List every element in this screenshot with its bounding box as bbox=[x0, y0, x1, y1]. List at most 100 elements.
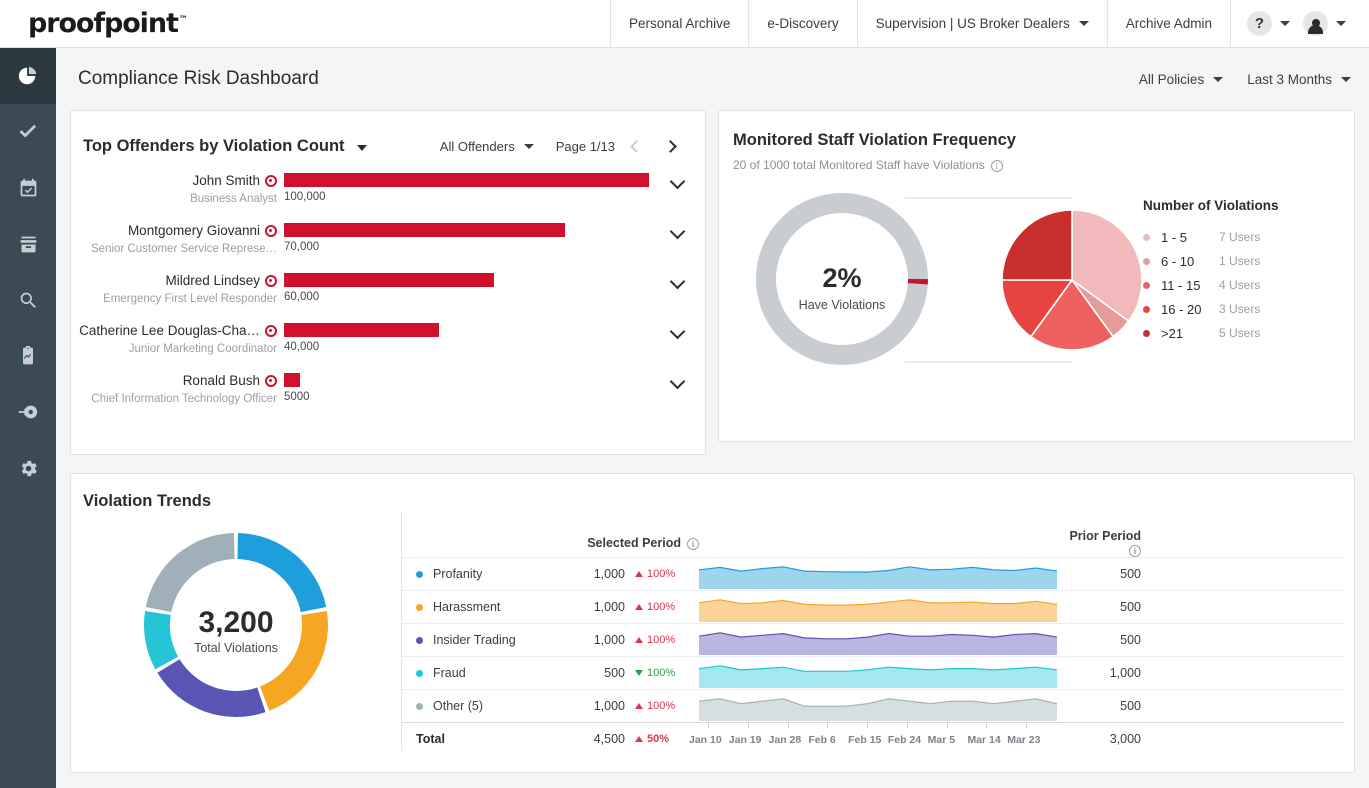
axis-tick bbox=[788, 723, 789, 728]
trend-row[interactable]: Fraud500100%1,000 bbox=[402, 656, 1344, 689]
brand-logo[interactable]: proofpoint™ bbox=[0, 0, 611, 47]
chevron-down-icon bbox=[1213, 77, 1223, 82]
help-icon[interactable]: ? bbox=[1247, 11, 1272, 36]
donut-slice[interactable] bbox=[144, 611, 178, 669]
expand-offender-button[interactable] bbox=[649, 217, 705, 237]
legend-item[interactable]: 6 - 101 Users bbox=[1143, 249, 1279, 273]
watch-target-icon[interactable] bbox=[265, 225, 277, 237]
legend-item[interactable]: 16 - 203 Users bbox=[1143, 297, 1279, 321]
axis-label: Feb 24 bbox=[888, 734, 921, 746]
expand-offender-button[interactable] bbox=[649, 267, 705, 287]
offenders-toolbar: All Offenders Page 1/13 bbox=[440, 133, 683, 159]
prev-page-button[interactable] bbox=[623, 133, 649, 159]
offender-row[interactable]: Catherine Lee Douglas-Cha…Junior Marketi… bbox=[71, 317, 705, 367]
sidebar-item-review[interactable] bbox=[0, 104, 56, 160]
offender-row[interactable]: John SmithBusiness Analyst100,000 bbox=[71, 167, 705, 217]
info-icon[interactable]: i bbox=[1129, 545, 1141, 557]
nav-item-archive-admin[interactable]: Archive Admin bbox=[1108, 0, 1231, 47]
filter-label: All Policies bbox=[1139, 72, 1204, 87]
axis-tick bbox=[827, 723, 828, 728]
trend-row[interactable]: Other (5)1,000100%500 bbox=[402, 689, 1344, 722]
category-label: Profanity bbox=[433, 567, 482, 581]
info-icon[interactable]: i bbox=[687, 538, 699, 550]
offender-name: Montgomery Giovanni bbox=[128, 223, 260, 238]
sidebar-item-settings[interactable] bbox=[0, 440, 56, 496]
archive-box-icon bbox=[18, 234, 39, 255]
total-delta-value: 50% bbox=[647, 733, 669, 745]
user-avatar[interactable] bbox=[1303, 11, 1328, 36]
sparkline-cell bbox=[699, 625, 1057, 655]
expand-offender-button[interactable] bbox=[649, 167, 705, 187]
trend-category: Fraud bbox=[402, 666, 557, 680]
nav-item-supervision[interactable]: Supervision | US Broker Dealers bbox=[858, 0, 1108, 47]
offender-bar bbox=[284, 173, 649, 187]
legend-item[interactable]: >215 Users bbox=[1143, 321, 1279, 345]
offender-row[interactable]: Montgomery GiovanniSenior Customer Servi… bbox=[71, 217, 705, 267]
sidebar-item-archive[interactable] bbox=[0, 216, 56, 272]
offender-bar bbox=[284, 273, 494, 287]
axis-label: Mar 5 bbox=[928, 734, 955, 746]
export-disc-icon bbox=[17, 401, 39, 423]
sparkline bbox=[699, 658, 1057, 688]
axis-tick bbox=[748, 723, 749, 728]
selected-period-value: 1,000 bbox=[557, 600, 625, 614]
sparkline-cell bbox=[699, 559, 1057, 589]
legend-range: >21 bbox=[1161, 326, 1219, 341]
sidebar-item-reports[interactable] bbox=[0, 328, 56, 384]
donut-slice[interactable] bbox=[157, 659, 265, 717]
staff-header: Monitored Staff Violation Frequency 20 o… bbox=[719, 111, 1354, 172]
app-root: proofpoint™ Personal Archive e-Discovery… bbox=[0, 0, 1369, 788]
expand-offender-button[interactable] bbox=[649, 317, 705, 337]
pie-slice[interactable] bbox=[1002, 210, 1072, 280]
legend-item[interactable]: 1 - 57 Users bbox=[1143, 225, 1279, 249]
watch-target-icon[interactable] bbox=[265, 325, 277, 337]
offender-bar-column: 70,000 bbox=[284, 217, 649, 253]
category-label: Harassment bbox=[433, 600, 500, 614]
expand-offender-button[interactable] bbox=[649, 367, 705, 387]
info-icon[interactable]: i bbox=[991, 160, 1003, 172]
delta-indicator: 100% bbox=[625, 634, 699, 646]
watch-target-icon[interactable] bbox=[265, 375, 277, 387]
watch-target-icon[interactable] bbox=[265, 275, 277, 287]
trend-row[interactable]: Harassment1,000100%500 bbox=[402, 590, 1344, 623]
sparkline-cell bbox=[699, 658, 1057, 688]
offenders-title-group[interactable]: Top Offenders by Violation Count bbox=[83, 137, 367, 156]
trends-rows: Profanity1,000100%500 Harassment 1,000 100%… bbox=[402, 557, 1344, 755]
delta-value: 100% bbox=[647, 634, 675, 646]
total-delta: 50% bbox=[625, 733, 699, 745]
help-chevron-down-icon[interactable] bbox=[1280, 21, 1290, 26]
donut-slice[interactable] bbox=[237, 533, 326, 612]
watch-target-icon[interactable] bbox=[265, 175, 277, 187]
offender-row[interactable]: Ronald BushChief Information Technology … bbox=[71, 367, 705, 417]
axis-label: Feb 6 bbox=[808, 734, 835, 746]
axis-label: Jan 19 bbox=[729, 734, 762, 746]
sidebar-item-dashboard[interactable] bbox=[0, 48, 56, 104]
offender-bar bbox=[284, 373, 300, 387]
category-color-dot bbox=[416, 637, 423, 644]
sparkline-cell bbox=[699, 691, 1057, 721]
sidebar-item-exports[interactable] bbox=[0, 384, 56, 440]
trend-row[interactable]: Profanity1,000100%500 bbox=[402, 557, 1344, 590]
filter-date-range[interactable]: Last 3 Months bbox=[1247, 72, 1351, 87]
trend-row[interactable]: Insider Trading1,000100%500 bbox=[402, 623, 1344, 656]
user-chevron-down-icon[interactable] bbox=[1336, 21, 1346, 26]
total-prior-value: 3,000 bbox=[1057, 732, 1149, 746]
offender-name-line: Montgomery Giovanni bbox=[79, 222, 277, 240]
pie-chart-icon bbox=[17, 65, 39, 87]
category-color-dot bbox=[416, 703, 423, 710]
offenders-scope-select[interactable]: All Offenders bbox=[440, 139, 534, 154]
nav-item-ediscovery[interactable]: e-Discovery bbox=[749, 0, 857, 47]
sidebar-item-search[interactable] bbox=[0, 272, 56, 328]
chevron-down-icon bbox=[669, 274, 685, 290]
legend-count: 4 Users bbox=[1219, 278, 1260, 292]
offender-row[interactable]: Mildred LindseyEmergency First Level Res… bbox=[71, 267, 705, 317]
donut-slice[interactable] bbox=[146, 533, 235, 612]
next-page-button[interactable] bbox=[657, 133, 683, 159]
violations-legend: Number of Violations 1 - 57 Users6 - 101… bbox=[1143, 198, 1279, 345]
chevron-down-icon bbox=[524, 144, 534, 149]
legend-item[interactable]: 11 - 154 Users bbox=[1143, 273, 1279, 297]
sidebar-item-scheduled[interactable] bbox=[0, 160, 56, 216]
nav-item-personal-archive[interactable]: Personal Archive bbox=[611, 0, 749, 47]
filter-all-policies[interactable]: All Policies bbox=[1139, 72, 1223, 87]
prior-period-value: 500 bbox=[1057, 567, 1149, 581]
